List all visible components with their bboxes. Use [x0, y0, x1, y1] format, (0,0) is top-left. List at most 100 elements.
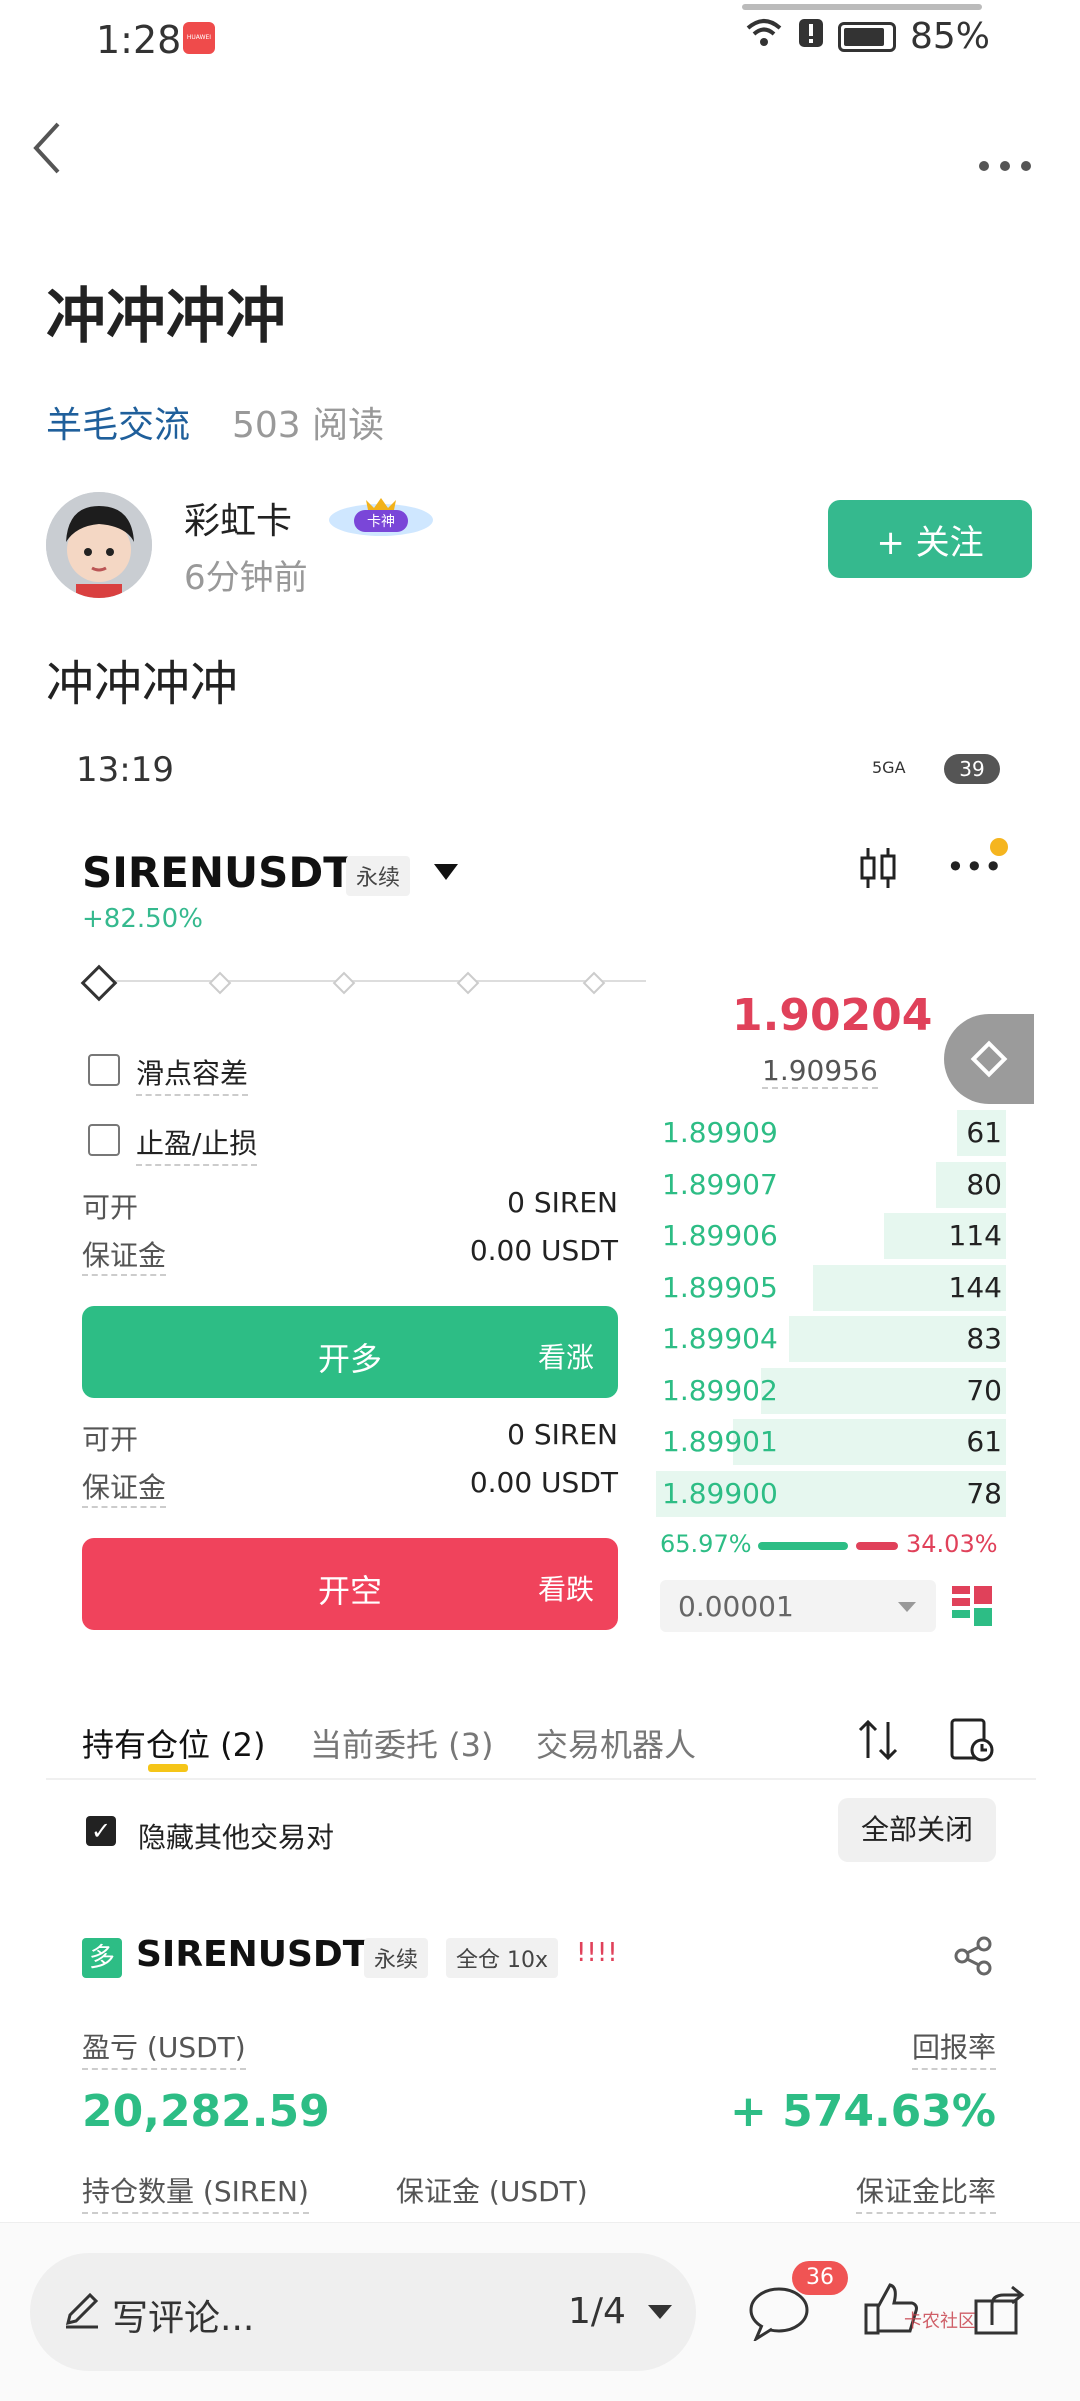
- post-content-text: 冲冲冲冲: [46, 656, 239, 712]
- orderbook-row: 1.89906 114: [656, 1211, 1006, 1261]
- bid-qty: 78: [966, 1476, 1002, 1510]
- orderbook-row: 1.89901 61: [656, 1417, 1006, 1467]
- back-button[interactable]: [28, 118, 68, 178]
- price-change: +82.50%: [82, 904, 203, 934]
- bid-price: 1.89901: [662, 1425, 778, 1458]
- pnl-value: 20,282.59: [82, 2086, 330, 2137]
- sell-ratio-bar: [856, 1542, 898, 1550]
- bid-qty: 80: [966, 1167, 1002, 1201]
- bid-price: 1.89900: [662, 1476, 778, 1510]
- orderbook-row: 1.89900 78: [656, 1469, 1006, 1519]
- bid-qty: 61: [966, 1425, 1002, 1458]
- binance-icon: [970, 1040, 1008, 1078]
- bid-price: 1.89904: [662, 1322, 778, 1355]
- more-button[interactable]: [978, 136, 1032, 182]
- category-link[interactable]: 羊毛交流: [46, 396, 190, 448]
- bid-qty: 61: [966, 1116, 1002, 1149]
- bid-price: 1.89909: [662, 1116, 778, 1149]
- long-open-value: 0 SIREN: [507, 1186, 618, 1219]
- battery-icon: [837, 21, 896, 52]
- tick-size-value: 0.00001: [678, 1590, 794, 1623]
- sort-icon: [858, 1718, 898, 1766]
- bid-price: 1.89906: [662, 1219, 778, 1252]
- slippage-checkbox: [88, 1054, 120, 1086]
- orderbook-row: 1.89907 80: [656, 1160, 1006, 1210]
- open-short-button: 开空 看跌: [82, 1538, 618, 1630]
- floating-widget: [944, 1014, 1034, 1104]
- long-open-label: 可开: [82, 1191, 139, 1224]
- pen-icon: [62, 2289, 102, 2329]
- status-time: 1:28: [96, 18, 182, 62]
- tpsl-label: 止盈/止损: [136, 1122, 258, 1166]
- position-tag-perp: 永续: [364, 1938, 429, 1978]
- status-pill: [742, 4, 982, 10]
- margin-ratio-label: 保证金比率: [855, 2170, 996, 2214]
- app-notification-icon: HUAWEI: [183, 22, 215, 54]
- bottom-bar: 写评论... 1/4 36 卡农社区: [0, 2222, 1080, 2401]
- caret-down-icon: [898, 1602, 916, 1612]
- position-side-badge: 多: [82, 1938, 122, 1978]
- buy-ratio: 65.97%: [660, 1530, 752, 1558]
- slider-dot: [208, 971, 232, 995]
- long-margin-label: 保证金: [82, 1234, 167, 1276]
- author-name[interactable]: 彩虹卡: [184, 492, 292, 544]
- caret-down-icon[interactable]: [648, 2305, 672, 2319]
- hide-others-checkbox: ✓: [86, 1816, 116, 1846]
- read-count: 503 阅读: [232, 405, 385, 446]
- chevron-left-icon: [33, 122, 60, 174]
- trading-pair: SIRENUSDT: [82, 848, 352, 897]
- bid-price: 1.89905: [662, 1270, 778, 1304]
- status-right: 85%: [744, 16, 990, 57]
- slippage-label: 滑点容差: [136, 1052, 249, 1096]
- bid-price: 1.89907: [662, 1167, 778, 1201]
- share-icon[interactable]: [972, 2281, 1028, 2337]
- tab-underline: [148, 1764, 188, 1772]
- bid-price: 1.89902: [662, 1373, 778, 1407]
- image-status-time: 13:19: [76, 750, 174, 790]
- post-image[interactable]: 13:19 5GA 39 SIRENUSDT 永续 +82.50% ••• 滑点…: [46, 728, 1036, 2228]
- comment-icon[interactable]: [748, 2285, 810, 2343]
- caret-down-icon: [434, 864, 458, 880]
- image-battery: 39: [944, 754, 1000, 784]
- orderbook-row: 1.89904 83: [656, 1314, 1006, 1364]
- last-price: 1.90204: [732, 990, 933, 1041]
- roe-value: + 574.63%: [729, 2086, 996, 2137]
- share-icon: [954, 1936, 994, 1976]
- slider-dot: [582, 971, 606, 995]
- open-long-button: 开多 看涨: [82, 1306, 618, 1398]
- position-margin-label: 保证金 (USDT): [396, 2175, 588, 2208]
- image-signal: 5GA: [872, 758, 906, 777]
- comment-input[interactable]: 写评论... 1/4: [30, 2253, 696, 2371]
- bid-qty: 70: [966, 1373, 1002, 1407]
- long-margin-value: 0.00 USDT: [469, 1234, 618, 1267]
- leverage-slider: [86, 980, 646, 982]
- open-long-sub: 看涨: [537, 1341, 594, 1374]
- tab-open-orders: 当前委托 (3): [310, 1726, 494, 1764]
- bid-qty: 144: [948, 1270, 1002, 1304]
- short-margin-value: 0.00 USDT: [469, 1466, 618, 1499]
- bid-qty: 83: [966, 1322, 1002, 1355]
- svg-text:卡神: 卡神: [367, 514, 395, 530]
- follow-label: + 关注: [876, 522, 984, 563]
- position-pair: SIRENUSDT: [136, 1934, 368, 1975]
- tpsl-checkbox: [88, 1124, 120, 1156]
- mark-price: 1.90956: [762, 1054, 878, 1089]
- short-margin-label: 保证金: [82, 1466, 167, 1508]
- sell-ratio: 34.03%: [906, 1530, 998, 1558]
- post-time: 6分钟前: [184, 558, 308, 598]
- follow-button[interactable]: + 关注: [828, 500, 1032, 578]
- status-bar: 1:28 HUAWEI 85%: [0, 0, 1080, 80]
- pair-tag: 永续: [346, 856, 411, 896]
- short-open-label: 可开: [82, 1423, 139, 1456]
- orderbook-layout-icon: [952, 1586, 992, 1626]
- battery-percent: 85%: [909, 16, 990, 57]
- avatar[interactable]: [46, 492, 152, 598]
- open-short-sub: 看跌: [537, 1573, 594, 1606]
- buy-ratio-bar: [758, 1542, 848, 1550]
- history-icon: [950, 1718, 994, 1766]
- page-indicator[interactable]: 1/4: [568, 2291, 626, 2332]
- alert-icon: [798, 16, 824, 57]
- comment-count-badge: 36: [792, 2261, 848, 2295]
- position-warning: !!!!: [576, 1938, 618, 1968]
- orderbook-row: 1.89909 61: [656, 1108, 1006, 1158]
